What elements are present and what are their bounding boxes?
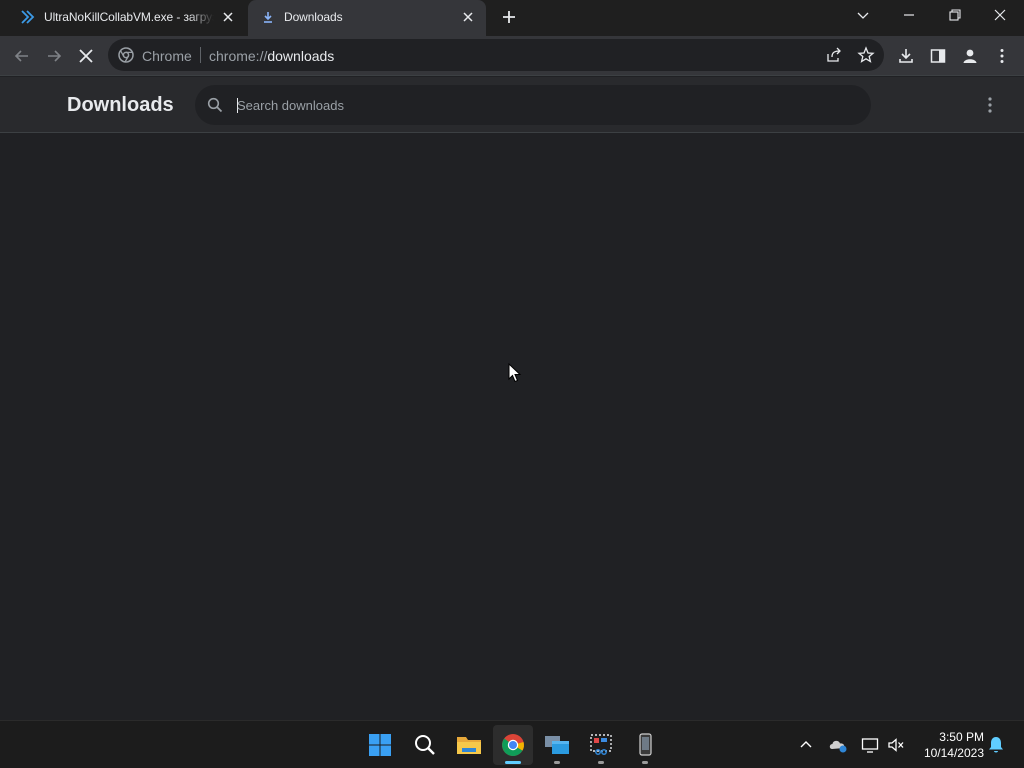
show-hidden-icons-chevron-icon[interactable] (794, 733, 818, 757)
tab-ultranokill[interactable]: UltraNoKillCollabVM.exe - загрузка (8, 0, 246, 34)
onedrive-cloud-icon[interactable] (826, 733, 850, 757)
minimize-icon[interactable] (895, 4, 923, 26)
side-panel-icon[interactable] (927, 45, 949, 67)
search-input[interactable] (237, 93, 837, 117)
tab-title: UltraNoKillCollabVM.exe - загрузка (44, 10, 214, 24)
start-button[interactable] (360, 725, 400, 765)
omnibox-divider (200, 47, 201, 63)
search-box[interactable] (195, 85, 871, 125)
phone-link-button[interactable] (625, 725, 665, 765)
downloads-toolbar-icon[interactable] (895, 45, 917, 67)
stop-loading-icon[interactable] (75, 45, 97, 67)
search-icon (415, 735, 435, 755)
network-icon[interactable] (858, 733, 882, 757)
chrome-logo-icon (118, 47, 134, 63)
snipping-tool-button[interactable] (581, 725, 621, 765)
url-scheme: chrome:// (209, 48, 268, 64)
downloads-list-area (0, 134, 1024, 719)
phone-icon (639, 733, 652, 756)
snipping-tool-icon (590, 734, 612, 755)
folder-icon (457, 737, 481, 754)
chrome-taskbar-button[interactable] (493, 725, 533, 765)
downloads-header: Downloads (0, 77, 1024, 133)
url-host: downloads (267, 48, 335, 64)
clock-date: 10/14/2023 (923, 746, 984, 760)
close-window-icon[interactable] (986, 4, 1014, 26)
mouse-cursor-icon (508, 363, 522, 383)
url-text[interactable]: chrome://downloads (209, 48, 334, 64)
close-icon[interactable] (220, 9, 236, 25)
tab-downloads[interactable]: Downloads (248, 0, 486, 36)
tab-title: Downloads (284, 10, 343, 24)
restore-icon[interactable] (941, 4, 969, 26)
chrome-menu-icon[interactable] (991, 45, 1013, 67)
taskbar: 3:50 PM 10/14/2023 (0, 720, 1024, 768)
browser-toolbar: Chrome chrome://downloads (0, 36, 1024, 76)
profile-avatar-icon[interactable] (959, 45, 981, 67)
more-options-icon[interactable] (980, 95, 1000, 115)
download-icon (264, 12, 272, 23)
bookmark-star-icon[interactable] (855, 44, 877, 66)
taskbar-search-button[interactable] (405, 725, 445, 765)
windows-logo-icon (369, 734, 391, 756)
chrome-logo-icon (502, 734, 524, 756)
system-clock[interactable]: 3:50 PM 10/14/2023 (924, 729, 984, 761)
tab-strip: UltraNoKillCollabVM.exe - загрузка Downl… (0, 0, 1024, 36)
close-icon[interactable] (460, 9, 476, 25)
site-chip: Chrome (142, 48, 192, 64)
clock-time: 3:50 PM (939, 730, 984, 744)
notification-bell-icon[interactable] (984, 733, 1008, 757)
volume-muted-icon[interactable] (884, 733, 908, 757)
tab-search-icon[interactable] (849, 4, 877, 26)
remote-desktop-button[interactable] (537, 725, 577, 765)
back-arrow-icon[interactable] (11, 45, 33, 67)
running-indicator (642, 761, 648, 764)
new-tab-icon[interactable] (500, 8, 518, 26)
file-explorer-button[interactable] (449, 725, 489, 765)
page-title: Downloads (67, 94, 174, 116)
share-icon[interactable] (823, 44, 845, 66)
active-indicator (505, 761, 521, 764)
address-bar[interactable]: Chrome chrome://downloads (108, 39, 884, 71)
running-indicator (598, 761, 604, 764)
monitors-icon (545, 736, 569, 754)
search-icon (207, 97, 223, 113)
chevron-double-icon (21, 10, 35, 24)
forward-arrow-icon[interactable] (43, 45, 65, 67)
running-indicator (554, 761, 560, 764)
